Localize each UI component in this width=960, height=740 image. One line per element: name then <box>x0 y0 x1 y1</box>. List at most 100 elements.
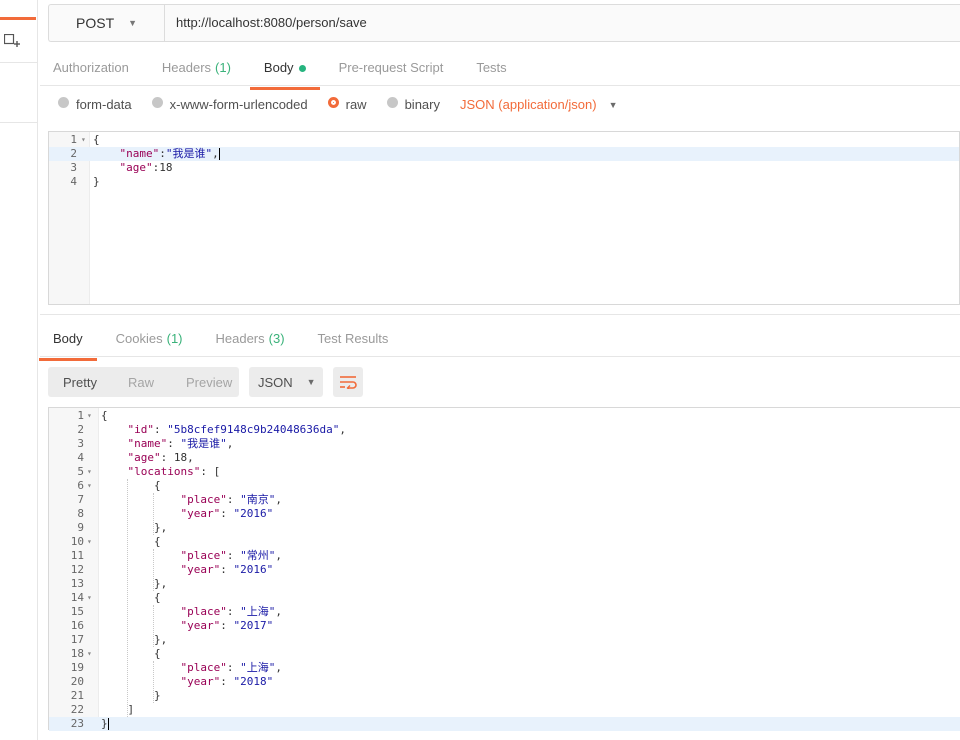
code-token: "上海" <box>240 661 276 674</box>
code-token: 18 <box>173 451 188 464</box>
code-token: "year" <box>101 675 221 688</box>
fold-toggle-icon[interactable]: ▾ <box>87 479 92 493</box>
tabs-divider <box>40 85 960 86</box>
code-token: "age" <box>101 451 161 464</box>
format-label: JSON <box>258 374 293 390</box>
code-line: 12 "year": "2016" <box>49 563 960 577</box>
code-text: { <box>101 591 161 605</box>
tab-label: Test Results <box>317 331 389 346</box>
code-line: 3 "name": "我是谁", <box>49 437 960 451</box>
wrap-lines-button[interactable] <box>333 367 363 397</box>
tab-label: Body <box>263 60 294 75</box>
view-pretty-button[interactable]: Pretty <box>63 375 97 390</box>
code-text: "place": "常州", <box>101 549 282 563</box>
code-line: 2 "name":"我是谁", <box>49 147 959 161</box>
content-type-select[interactable]: JSON (application/json) ▼ <box>460 97 617 112</box>
code-token: "place" <box>101 549 227 562</box>
body-mode-options: form-data x-www-form-urlencoded raw bina… <box>58 97 617 112</box>
indent-guide <box>153 661 154 703</box>
code-line: 9 }, <box>49 521 960 535</box>
tab-count-badge: (3) <box>268 331 285 346</box>
fold-toggle-icon[interactable]: ▾ <box>87 465 92 479</box>
code-token: "2017" <box>233 619 274 632</box>
code-line: 1 ▾{ <box>49 409 960 423</box>
new-tab-icon[interactable] <box>4 34 20 48</box>
line-number: 4 <box>77 451 84 464</box>
line-number: 15 <box>70 605 84 618</box>
code-token: { <box>93 133 100 146</box>
code-token: , <box>275 493 282 506</box>
active-indicator <box>0 17 36 20</box>
url-input[interactable]: http://localhost:8080/person/save <box>176 15 367 30</box>
method-select[interactable]: POST ▼ <box>49 5 165 41</box>
radio-raw[interactable]: raw <box>327 97 367 112</box>
radio-form-data[interactable]: form-data <box>58 97 132 112</box>
code-token: "2016" <box>233 563 274 576</box>
code-token: : <box>220 507 234 520</box>
code-line: 11 "place": "常州", <box>49 549 960 563</box>
code-token: : <box>220 675 234 688</box>
code-token: "age" <box>93 161 153 174</box>
code-token: "place" <box>101 661 227 674</box>
code-token: , <box>339 423 347 436</box>
code-token: 18 <box>159 161 173 174</box>
line-number: 10 <box>70 535 84 548</box>
code-line: 13 }, <box>49 577 960 591</box>
response-format-select[interactable]: JSON ▼ <box>249 367 323 397</box>
fold-toggle-icon[interactable]: ▾ <box>87 535 92 549</box>
code-line: 3 "age":18 <box>49 161 959 175</box>
code-token: } <box>101 717 108 730</box>
code-token: } <box>93 175 100 188</box>
code-token: "南京" <box>240 493 276 506</box>
code-token: , <box>212 147 219 160</box>
code-token: : <box>226 493 241 506</box>
radio-x-www-form-urlencoded[interactable]: x-www-form-urlencoded <box>151 97 308 112</box>
radio-binary[interactable]: binary <box>386 97 440 112</box>
sidebar-divider <box>0 122 37 123</box>
fold-toggle-icon[interactable]: ▾ <box>87 647 92 661</box>
tab-count-badge: (1) <box>215 60 231 75</box>
line-number: 11 <box>70 549 84 562</box>
radio-icon <box>151 97 163 108</box>
response-body-viewer[interactable]: 1 ▾{2 "id": "5b8cfef9148c9b24048636da", 3 … <box>48 407 960 731</box>
line-number: 5 <box>77 465 84 478</box>
code-token: "locations" <box>101 465 201 478</box>
tabs-divider <box>40 356 960 357</box>
radio-label: raw <box>345 97 367 112</box>
radio-label: x-www-form-urlencoded <box>169 97 308 112</box>
line-number: 8 <box>77 507 84 520</box>
code-token: "id" <box>101 423 154 436</box>
code-token: : <box>160 451 174 464</box>
code-token: { <box>101 647 161 660</box>
code-line: 5 ▾ "locations": [ <box>49 465 960 479</box>
code-line: 10 ▾ { <box>49 535 960 549</box>
line-number: 3 <box>77 437 84 450</box>
line-number: 4 <box>70 175 77 188</box>
content-type-label: JSON (application/json) <box>460 97 597 112</box>
fold-toggle-icon[interactable]: ▾ <box>81 133 86 147</box>
line-number: 7 <box>77 493 84 506</box>
code-token: "place" <box>101 493 227 506</box>
request-url-bar: POST ▼ http://localhost:8080/person/save <box>48 4 960 42</box>
code-token: "place" <box>101 605 227 618</box>
tab-label: Body <box>53 331 83 346</box>
code-line: 4 "age": 18, <box>49 451 960 465</box>
chevron-down-icon: ▼ <box>128 18 138 28</box>
text-cursor <box>218 148 220 160</box>
fold-toggle-icon[interactable]: ▾ <box>87 409 92 423</box>
code-text: } <box>101 717 109 731</box>
line-number: 17 <box>70 633 84 646</box>
code-text: { <box>93 133 100 147</box>
view-raw-button[interactable]: Raw <box>128 375 154 390</box>
fold-toggle-icon[interactable]: ▾ <box>87 591 92 605</box>
code-token: : <box>220 563 234 576</box>
code-line: 1 ▾{ <box>49 133 959 147</box>
view-preview-button[interactable]: Preview <box>186 375 232 390</box>
line-number: 1 <box>77 409 84 422</box>
active-tab-underline <box>39 358 97 361</box>
code-token: : <box>153 423 168 436</box>
request-body-editor[interactable]: 1 ▾{2 "name":"我是谁", 3 "age":18 4} <box>48 131 960 305</box>
code-text: }, <box>101 521 167 535</box>
code-text: { <box>101 647 161 661</box>
code-token: } <box>101 689 161 702</box>
